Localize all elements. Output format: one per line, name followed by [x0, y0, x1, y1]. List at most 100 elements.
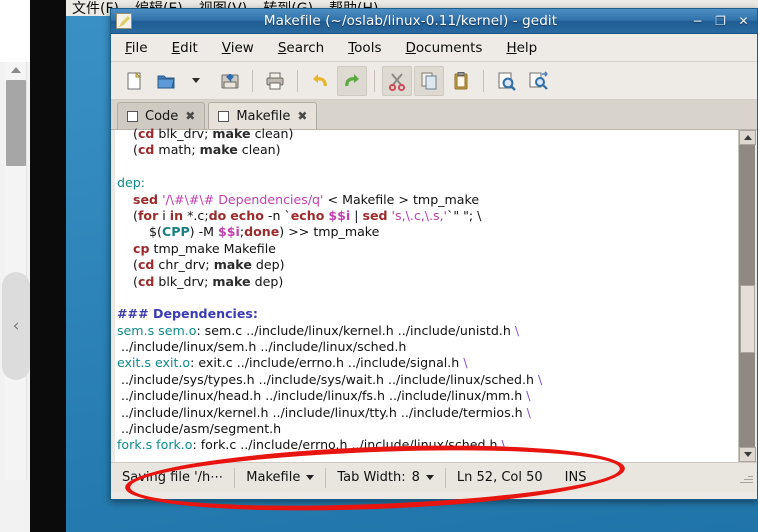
- tab-label: Makefile: [236, 109, 290, 124]
- window-title: Makefile (~/oslab/linux-0.11/kernel) - g…: [138, 13, 683, 29]
- tab-width-selector[interactable]: Tab Width: 8: [326, 468, 445, 488]
- open-dropdown-button[interactable]: [183, 66, 213, 96]
- redo-button[interactable]: [337, 66, 367, 96]
- code-token: '/\#\#\# Dependencies/q': [162, 192, 323, 207]
- gedit-window: Makefile (~/oslab/linux-0.11/kernel) - g…: [110, 8, 758, 500]
- code-token: cp: [133, 241, 149, 256]
- code-token: dep): [251, 274, 284, 289]
- code-line: sem.s sem.o: sem.c ../include/linux/kern…: [117, 323, 738, 339]
- scroll-up-button[interactable]: [739, 130, 756, 145]
- paste-button[interactable]: [446, 66, 476, 96]
- code-line: [117, 290, 738, 306]
- find-button[interactable]: [491, 66, 521, 96]
- code-token: clean): [251, 126, 294, 141]
- tab-close-button[interactable]: ✖: [297, 109, 307, 123]
- code-token: make: [212, 274, 250, 289]
- code-token: [117, 241, 133, 256]
- separator-2: [297, 70, 298, 92]
- editor-area[interactable]: (cd blk_drv; make clean) (cd math; make …: [111, 130, 757, 462]
- chevron-left-icon: ‹: [13, 316, 20, 336]
- cut-button[interactable]: [382, 66, 412, 96]
- menubar[interactable]: File Edit View Search Tools Documents Help: [111, 34, 757, 62]
- code-token: -M: [195, 224, 218, 239]
- menu-mnemonic: F: [125, 40, 132, 56]
- code-token: echo: [291, 208, 325, 223]
- code-token: 's,\.c,\.s,': [392, 208, 447, 223]
- code-token: : fork.c ../include/errno.h ../include/l…: [193, 437, 502, 452]
- triangle-up-icon: [744, 135, 752, 140]
- code-line: ../include/sys/types.h ../include/sys/wa…: [117, 372, 738, 388]
- print-button[interactable]: [260, 66, 290, 96]
- code-token: \: [538, 372, 542, 387]
- redo-arrow-icon: [341, 70, 363, 92]
- tab-close-button[interactable]: ✖: [185, 109, 195, 123]
- code-token: blk_drv;: [154, 274, 212, 289]
- code-token: done: [244, 224, 279, 239]
- new-document-button[interactable]: [119, 66, 149, 96]
- code-token: exit.s exit.o: [117, 355, 190, 370]
- code-token: < Makefile > tmp_make: [324, 192, 480, 207]
- undo-button[interactable]: [305, 66, 335, 96]
- language-selector[interactable]: Makefile: [235, 468, 325, 488]
- toolbar[interactable]: [111, 62, 757, 100]
- replace-button[interactable]: [523, 66, 553, 96]
- code-token: \: [526, 388, 530, 403]
- save-disk-icon: [219, 70, 241, 92]
- code-token: for: [138, 208, 158, 223]
- code-line: (cd math; make clean): [117, 142, 738, 158]
- tab-width-label: Tab Width:: [337, 470, 405, 485]
- minimize-button[interactable]: −: [689, 13, 706, 29]
- chevron-down-icon: [306, 475, 314, 480]
- code-token: math;: [154, 142, 199, 157]
- vm-desktop: 文件(F) 编辑(E) 视图(V) 转到(G) 帮助(H) Makefile (…: [66, 0, 758, 532]
- open-button[interactable]: [151, 66, 181, 96]
- code-token: make: [212, 126, 250, 141]
- editor-vertical-scrollbar[interactable]: [738, 130, 755, 462]
- code-line: (cd blk_drv; make clean): [117, 126, 738, 142]
- chevron-down-icon: [426, 475, 434, 480]
- host-scrollbar-up-button[interactable]: [5, 62, 27, 78]
- host-collapse-handle[interactable]: ‹: [2, 272, 30, 380]
- menu-tools[interactable]: Tools: [348, 40, 381, 56]
- menu-mnemonic: D: [405, 40, 415, 56]
- code-token: $$i: [328, 208, 350, 223]
- menu-edit[interactable]: Edit: [172, 40, 198, 56]
- code-token: \: [463, 355, 467, 370]
- separator-4: [483, 70, 484, 92]
- code-token: : sem.c ../include/linux/kernel.h ../inc…: [196, 323, 514, 338]
- copy-button[interactable]: [414, 66, 444, 96]
- menu-mnemonic: T: [348, 40, 354, 56]
- host-scrollbar-thumb[interactable]: [6, 80, 26, 166]
- code-token: ../include/linux/head.h ../include/linux…: [117, 388, 526, 403]
- menu-search[interactable]: Search: [278, 40, 324, 56]
- separator-1: [252, 70, 253, 92]
- maximize-button[interactable]: ❐: [712, 13, 729, 29]
- save-button[interactable]: [215, 66, 245, 96]
- code-token: chr_drv;: [154, 257, 213, 272]
- menu-documents[interactable]: Documents: [405, 40, 482, 56]
- scroll-down-button[interactable]: [739, 447, 756, 462]
- code-text[interactable]: (cd blk_drv; make clean) (cd math; make …: [115, 124, 738, 462]
- menu-help[interactable]: Help: [506, 40, 537, 56]
- tab-width-value: 8: [412, 470, 420, 485]
- window-titlebar[interactable]: Makefile (~/oslab/linux-0.11/kernel) - g…: [111, 9, 757, 34]
- scrollbar-thumb[interactable]: [740, 285, 755, 353]
- document-icon: [127, 111, 138, 122]
- code-token: cd: [138, 257, 154, 272]
- menu-view[interactable]: View: [222, 40, 254, 56]
- code-token: sed: [362, 208, 387, 223]
- menu-file[interactable]: File: [125, 40, 148, 56]
- code-line: fork.s fork.o: fork.c ../include/errno.h…: [117, 437, 738, 453]
- printer-icon: [264, 70, 286, 92]
- code-line: exit.s exit.o: exit.c ../include/errno.h…: [117, 355, 738, 371]
- resize-grip[interactable]: [739, 471, 753, 485]
- code-line: ../include/asm/segment.h: [117, 421, 738, 437]
- code-token: [117, 208, 133, 223]
- gedit-icon: [116, 13, 132, 29]
- code-token: echo: [230, 208, 264, 223]
- close-button[interactable]: ✕: [735, 13, 752, 29]
- code-token: cd: [138, 142, 154, 157]
- status-message: Saving file '/h⋯: [111, 468, 234, 488]
- insert-mode-indicator: INS: [554, 468, 598, 488]
- code-token: $$i: [218, 224, 240, 239]
